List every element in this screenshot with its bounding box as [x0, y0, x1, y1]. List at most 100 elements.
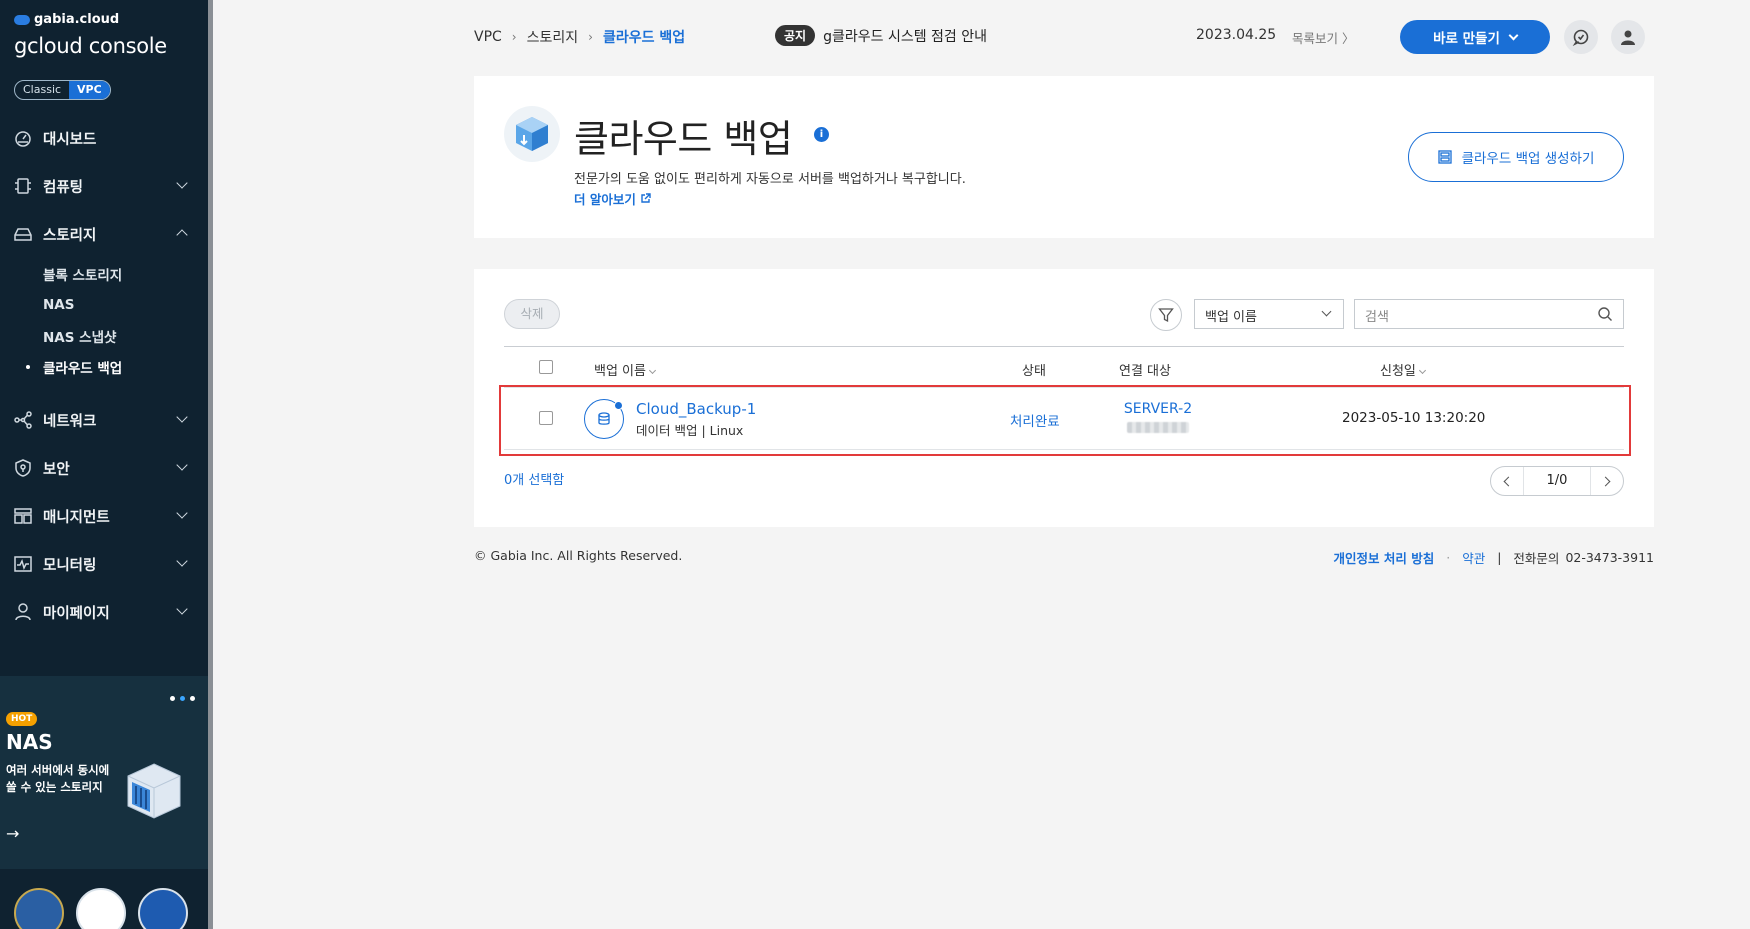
backup-name-link[interactable]: Cloud_Backup-1 — [636, 400, 756, 418]
sidebar-item-security[interactable]: 보안 — [0, 444, 208, 492]
notice-list-link[interactable]: 목록보기 〉 — [1292, 28, 1354, 47]
breadcrumb-vpc[interactable]: VPC — [474, 29, 502, 45]
notice-tag: 공지 — [775, 25, 816, 46]
server-add-icon — [1437, 150, 1452, 164]
user-icon — [1621, 30, 1635, 45]
promo-carousel-dots[interactable] — [170, 696, 195, 701]
sidebar-subitem-nas-snapshot[interactable]: NAS 스냅샷 — [0, 320, 208, 351]
sidebar-item-label: 마이페이지 — [43, 605, 110, 622]
sidebar-subitem-cloud-backup[interactable]: 클라우드 백업 — [0, 351, 208, 382]
notice[interactable]: 공지 g클라우드 시스템 점검 안내 — [775, 25, 987, 46]
filter-icon — [1158, 308, 1174, 323]
csap-badge — [138, 888, 188, 929]
chevron-down-icon — [176, 177, 188, 189]
prev-page-button[interactable] — [1491, 467, 1523, 495]
sidebar-item-mypage[interactable]: 마이페이지 — [0, 588, 208, 636]
backup-item-icon-wrap — [584, 399, 624, 439]
footer-dot: · — [1446, 550, 1451, 565]
brand-logo-small[interactable]: gabia.cloud — [14, 12, 119, 27]
network-icon — [13, 410, 33, 430]
create-cloud-backup-button[interactable]: 클라우드 백업 생성하기 — [1408, 132, 1624, 182]
certification-badges — [14, 888, 188, 929]
chevron-up-icon — [176, 229, 188, 241]
chevron-right-icon — [1600, 476, 1611, 486]
certification-badge — [14, 888, 64, 929]
learn-more-link[interactable]: 더 알아보기 — [574, 189, 651, 208]
top-bar: VPC › 스토리지 › 클라우드 백업 공지 g클라우드 시스템 점검 안내 … — [474, 20, 1654, 54]
carousel-dot[interactable] — [170, 696, 175, 701]
sidebar-item-label: 모니터링 — [43, 557, 97, 574]
sidebar-item-network[interactable]: 네트워크 — [0, 396, 208, 444]
info-icon[interactable]: i — [814, 127, 829, 142]
next-page-button[interactable] — [1591, 467, 1623, 495]
breadcrumb-storage[interactable]: 스토리지 — [527, 27, 579, 47]
sidebar-item-label: 스토리지 — [43, 227, 97, 244]
copyright: © Gabia Inc. All Rights Reserved. — [474, 548, 683, 563]
learn-more-label: 더 알아보기 — [574, 192, 636, 207]
checkbox[interactable] — [539, 411, 553, 425]
select-all-checkbox[interactable] — [539, 360, 553, 378]
target-cell: SERVER-2 — [1118, 401, 1198, 437]
row-checkbox[interactable] — [539, 411, 553, 429]
sidebar-item-management[interactable]: 매니지먼트 — [0, 492, 208, 540]
filter-button[interactable] — [1150, 299, 1182, 331]
search-field-select[interactable]: 백업 이름 — [1194, 299, 1344, 329]
service-header-card: 클라우드 백업 i 전문가의 도움 없이도 편리하게 자동으로 서버를 백업하거… — [474, 76, 1654, 238]
delete-button[interactable]: 삭제 — [504, 299, 560, 329]
selected-count: 0개 선택함 — [504, 473, 565, 488]
column-header-date[interactable]: 신청일 — [1380, 360, 1426, 379]
mode-vpc[interactable]: VPC — [69, 81, 110, 99]
promo-desc-line: 쓸 수 있는 스토리지 — [6, 780, 103, 794]
checkbox[interactable] — [539, 360, 553, 374]
brand-console-title[interactable]: gcloud console — [14, 34, 167, 58]
quick-create-button[interactable]: 바로 만들기 — [1400, 20, 1550, 54]
mode-classic[interactable]: Classic — [15, 81, 69, 99]
table-row[interactable]: Cloud_Backup-1 데이터 백업 | Linux 처리완료 SERVE… — [499, 385, 1631, 456]
chevron-down-icon — [176, 555, 188, 567]
status-link[interactable]: 처리완료 — [1010, 410, 1060, 430]
footer-divider: | — [1497, 550, 1502, 565]
chat-icon — [1572, 29, 1589, 46]
chevron-down-icon — [1508, 30, 1519, 40]
breadcrumb: VPC › 스토리지 › 클라우드 백업 — [474, 27, 685, 47]
sidebar-subitem-nas[interactable]: NAS — [0, 289, 208, 320]
notice-date: 2023.04.25 — [1196, 27, 1277, 43]
carousel-dot-active[interactable] — [180, 696, 185, 701]
sidebar-item-storage[interactable]: 스토리지 — [0, 210, 208, 258]
brand-small-label: gabia.cloud — [34, 12, 120, 27]
sidebar-item-label: 매니지먼트 — [43, 509, 110, 526]
promo-description: 여러 서버에서 동시에 쓸 수 있는 스토리지 — [6, 762, 126, 796]
mode-toggle[interactable]: Classic VPC — [14, 80, 111, 100]
hot-badge: HOT — [6, 712, 38, 726]
chevron-left-icon — [1503, 476, 1514, 486]
column-header-name[interactable]: 백업 이름 — [594, 360, 657, 379]
sidebar-scrollbar[interactable] — [208, 0, 213, 929]
sidebar-item-dashboard[interactable]: 대시보드 — [0, 114, 208, 162]
sidebar-item-monitoring[interactable]: 모니터링 — [0, 540, 208, 588]
arrow-right-icon[interactable]: → — [6, 824, 19, 843]
sidebar-item-label: 보안 — [43, 461, 70, 478]
target-server-link[interactable]: SERVER-2 — [1118, 401, 1198, 417]
profile-button[interactable] — [1611, 20, 1645, 54]
sort-icon — [1418, 366, 1426, 375]
brand-main-bold: gcloud — [14, 34, 83, 58]
cloud-logo-icon — [14, 14, 30, 25]
sidebar-item-computing[interactable]: 컴퓨팅 — [0, 162, 208, 210]
notice-text[interactable]: g클라우드 시스템 점검 안내 — [823, 26, 987, 46]
terms-link[interactable]: 약관 — [1462, 548, 1485, 567]
promo-banner[interactable]: HOT NAS 여러 서버에서 동시에 쓸 수 있는 스토리지 → — [0, 676, 208, 869]
chat-button[interactable] — [1564, 20, 1598, 54]
search-input[interactable]: 검색 — [1354, 299, 1624, 329]
privacy-policy-link[interactable]: 개인정보 처리 방침 — [1333, 548, 1434, 567]
footer-links: 개인정보 처리 방침 · 약관 | 전화문의 02-3473-3911 — [1333, 548, 1654, 567]
request-date: 2023-05-10 13:20:20 — [1342, 410, 1486, 426]
page-title: 클라우드 백업 — [574, 117, 793, 161]
promo-title: NAS — [6, 730, 53, 754]
carousel-dot[interactable] — [190, 696, 195, 701]
column-header-date-label: 신청일 — [1380, 364, 1416, 379]
nas-cube-illustration — [127, 763, 181, 819]
table-header: 백업 이름 상태 연결 대상 신청일 — [504, 346, 1624, 388]
sidebar-subitem-block-storage[interactable]: 블록 스토리지 — [0, 258, 208, 289]
search-icon[interactable] — [1597, 306, 1613, 322]
